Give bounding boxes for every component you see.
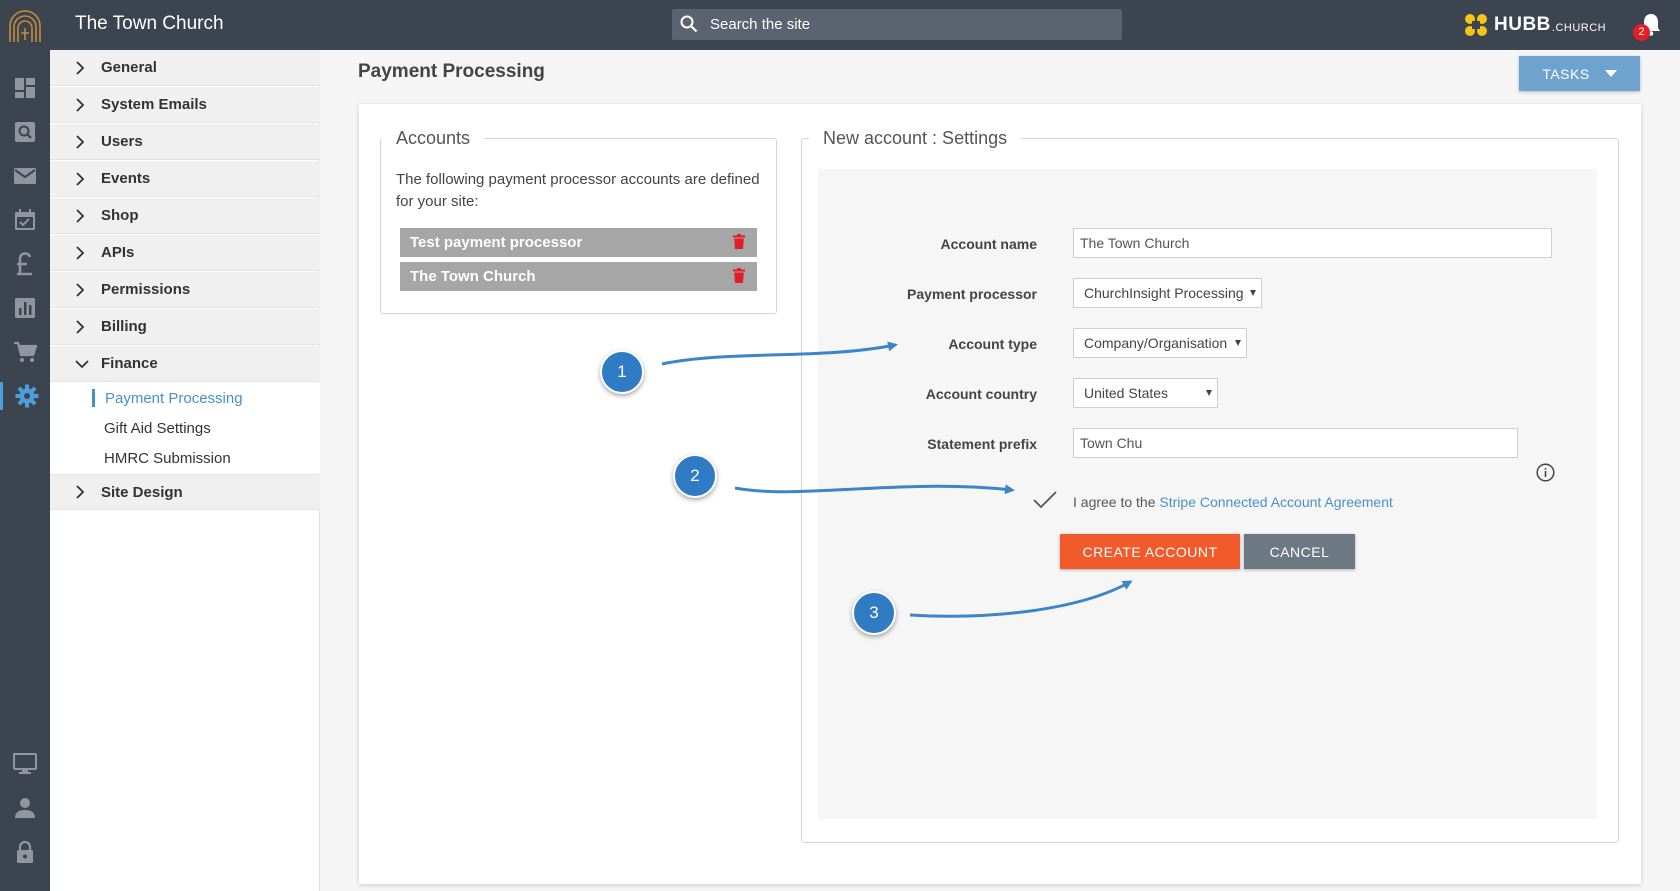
annotation-step-2: 2 — [673, 454, 717, 498]
annotation-arrow-1 — [661, 341, 898, 366]
annotation-arrow-2 — [734, 484, 1015, 495]
annotation-arrow-3 — [909, 580, 1133, 618]
annotation-step-1: 1 — [600, 350, 644, 394]
annotation-step-3: 3 — [852, 591, 896, 635]
annotation-arrows — [661, 341, 1133, 618]
